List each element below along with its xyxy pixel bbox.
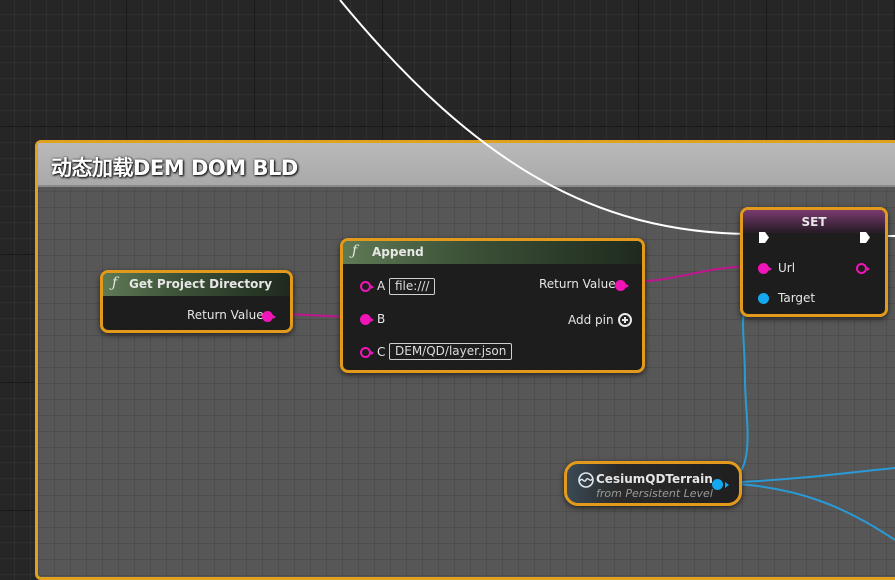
pin-c-label: C: [377, 345, 386, 359]
pin-c-input[interactable]: DEM/QD/layer.json: [389, 343, 513, 360]
node-header: SET: [743, 210, 885, 233]
level-actor-icon: [578, 472, 594, 488]
exec-in-pin[interactable]: [758, 231, 770, 244]
pin-c[interactable]: [360, 347, 374, 358]
get-project-directory-node[interactable]: ƒ Get Project Directory Return Value: [100, 270, 293, 333]
target-label: Target: [778, 291, 816, 305]
url-pin[interactable]: [758, 263, 772, 274]
pin-a-input[interactable]: file:///: [389, 278, 436, 295]
function-icon: ƒ: [112, 275, 118, 291]
node-header: ƒ Get Project Directory: [103, 273, 290, 296]
comment-title: 动态加载DEM DOM BLD: [51, 156, 298, 180]
variable-output-pin[interactable]: [712, 479, 723, 490]
node-title: Append: [372, 245, 424, 259]
add-pin-icon[interactable]: [618, 313, 632, 327]
variable-title: CesiumQDTerrain: [596, 472, 713, 486]
url-out-pin[interactable]: [856, 263, 870, 274]
pin-b[interactable]: [360, 314, 374, 325]
return-value-pin[interactable]: [615, 280, 629, 291]
exec-out-pin[interactable]: [859, 231, 871, 244]
add-pin-label[interactable]: Add pin: [568, 313, 614, 327]
pin-a[interactable]: [360, 281, 374, 292]
node-header: ƒ Append: [343, 241, 642, 264]
function-icon: ƒ: [352, 243, 358, 259]
return-value-label: Return Value: [187, 308, 264, 322]
append-node[interactable]: ƒ Append A file:/// B C DEM/QD/layer.jso…: [340, 238, 645, 373]
comment-title-bar[interactable]: 动态加载DEM DOM BLD: [38, 143, 895, 187]
variable-subtitle: from Persistent Level: [596, 487, 713, 500]
return-value-pin[interactable]: [262, 311, 276, 322]
pin-b-label: B: [377, 312, 386, 326]
return-value-label: Return Value: [539, 277, 616, 291]
set-node[interactable]: SET Url Target: [740, 207, 888, 317]
node-title: Get Project Directory: [129, 277, 273, 291]
cesium-terrain-variable-node[interactable]: CesiumQDTerrain from Persistent Level: [564, 461, 742, 506]
variable-output-arrow: [725, 482, 729, 488]
node-title: SET: [801, 215, 827, 229]
pin-a-label: A: [377, 279, 386, 293]
target-pin[interactable]: [758, 293, 769, 304]
url-label: Url: [778, 261, 796, 275]
